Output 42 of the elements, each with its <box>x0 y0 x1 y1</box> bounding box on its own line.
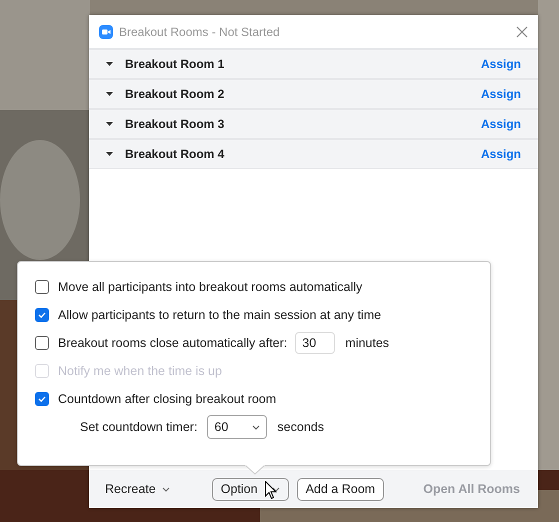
caret-icon[interactable] <box>106 62 113 66</box>
chevron-down-icon <box>162 486 170 492</box>
caret-icon[interactable] <box>106 122 113 126</box>
window-title: Breakout Rooms - Not Started <box>119 24 281 38</box>
recreate-button[interactable]: Recreate <box>99 478 176 500</box>
option-label: Notify me when the time is up <box>58 364 222 378</box>
assign-link[interactable]: Assign <box>480 57 521 71</box>
option-label: Breakout rooms close automatically after: <box>58 336 288 350</box>
caret-icon[interactable] <box>106 152 113 156</box>
assign-link[interactable]: Assign <box>480 117 521 131</box>
checkmark-icon <box>37 394 47 404</box>
checkbox[interactable] <box>35 392 49 406</box>
unit-label: seconds <box>277 420 324 434</box>
room-name: Breakout Room 2 <box>125 87 226 101</box>
room-name: Breakout Room 3 <box>125 117 226 131</box>
option-label: Allow participants to return to the main session at any time <box>58 308 382 322</box>
unit-label: minutes <box>345 336 390 350</box>
close-icon[interactable] <box>516 26 528 38</box>
option-label: Set countdown timer: <box>80 420 198 434</box>
timer-dropdown[interactable]: 60 <box>207 415 268 439</box>
checkbox[interactable] <box>35 308 49 322</box>
options-button[interactable]: Option <box>212 478 289 500</box>
room-row[interactable]: Breakout Room 4 Assign <box>89 138 538 169</box>
room-row[interactable]: Breakout Room 2 Assign <box>89 78 538 108</box>
mouse-cursor-icon <box>265 481 277 500</box>
assign-link[interactable]: Assign <box>480 87 521 101</box>
room-name: Breakout Room 1 <box>125 57 226 71</box>
room-row[interactable]: Breakout Room 3 Assign <box>89 108 538 138</box>
checkbox[interactable] <box>35 336 49 350</box>
room-name: Breakout Room 4 <box>125 147 226 161</box>
add-room-button[interactable]: Add a Room <box>296 478 384 500</box>
option-label: Move all participants into breakout rooms automatically <box>58 280 362 294</box>
caret-icon[interactable] <box>106 92 113 96</box>
checkbox[interactable] <box>35 280 49 294</box>
assign-link[interactable]: Assign <box>480 147 521 161</box>
video-camera-icon <box>99 24 113 38</box>
option-label: Countdown after closing breakout room <box>58 392 276 406</box>
chevron-down-icon <box>272 486 280 492</box>
room-row[interactable]: Breakout Room 1 Assign <box>89 48 538 78</box>
checkmark-icon <box>37 310 47 320</box>
minutes-field[interactable]: 30 <box>295 332 336 354</box>
chevron-down-icon <box>252 424 260 430</box>
